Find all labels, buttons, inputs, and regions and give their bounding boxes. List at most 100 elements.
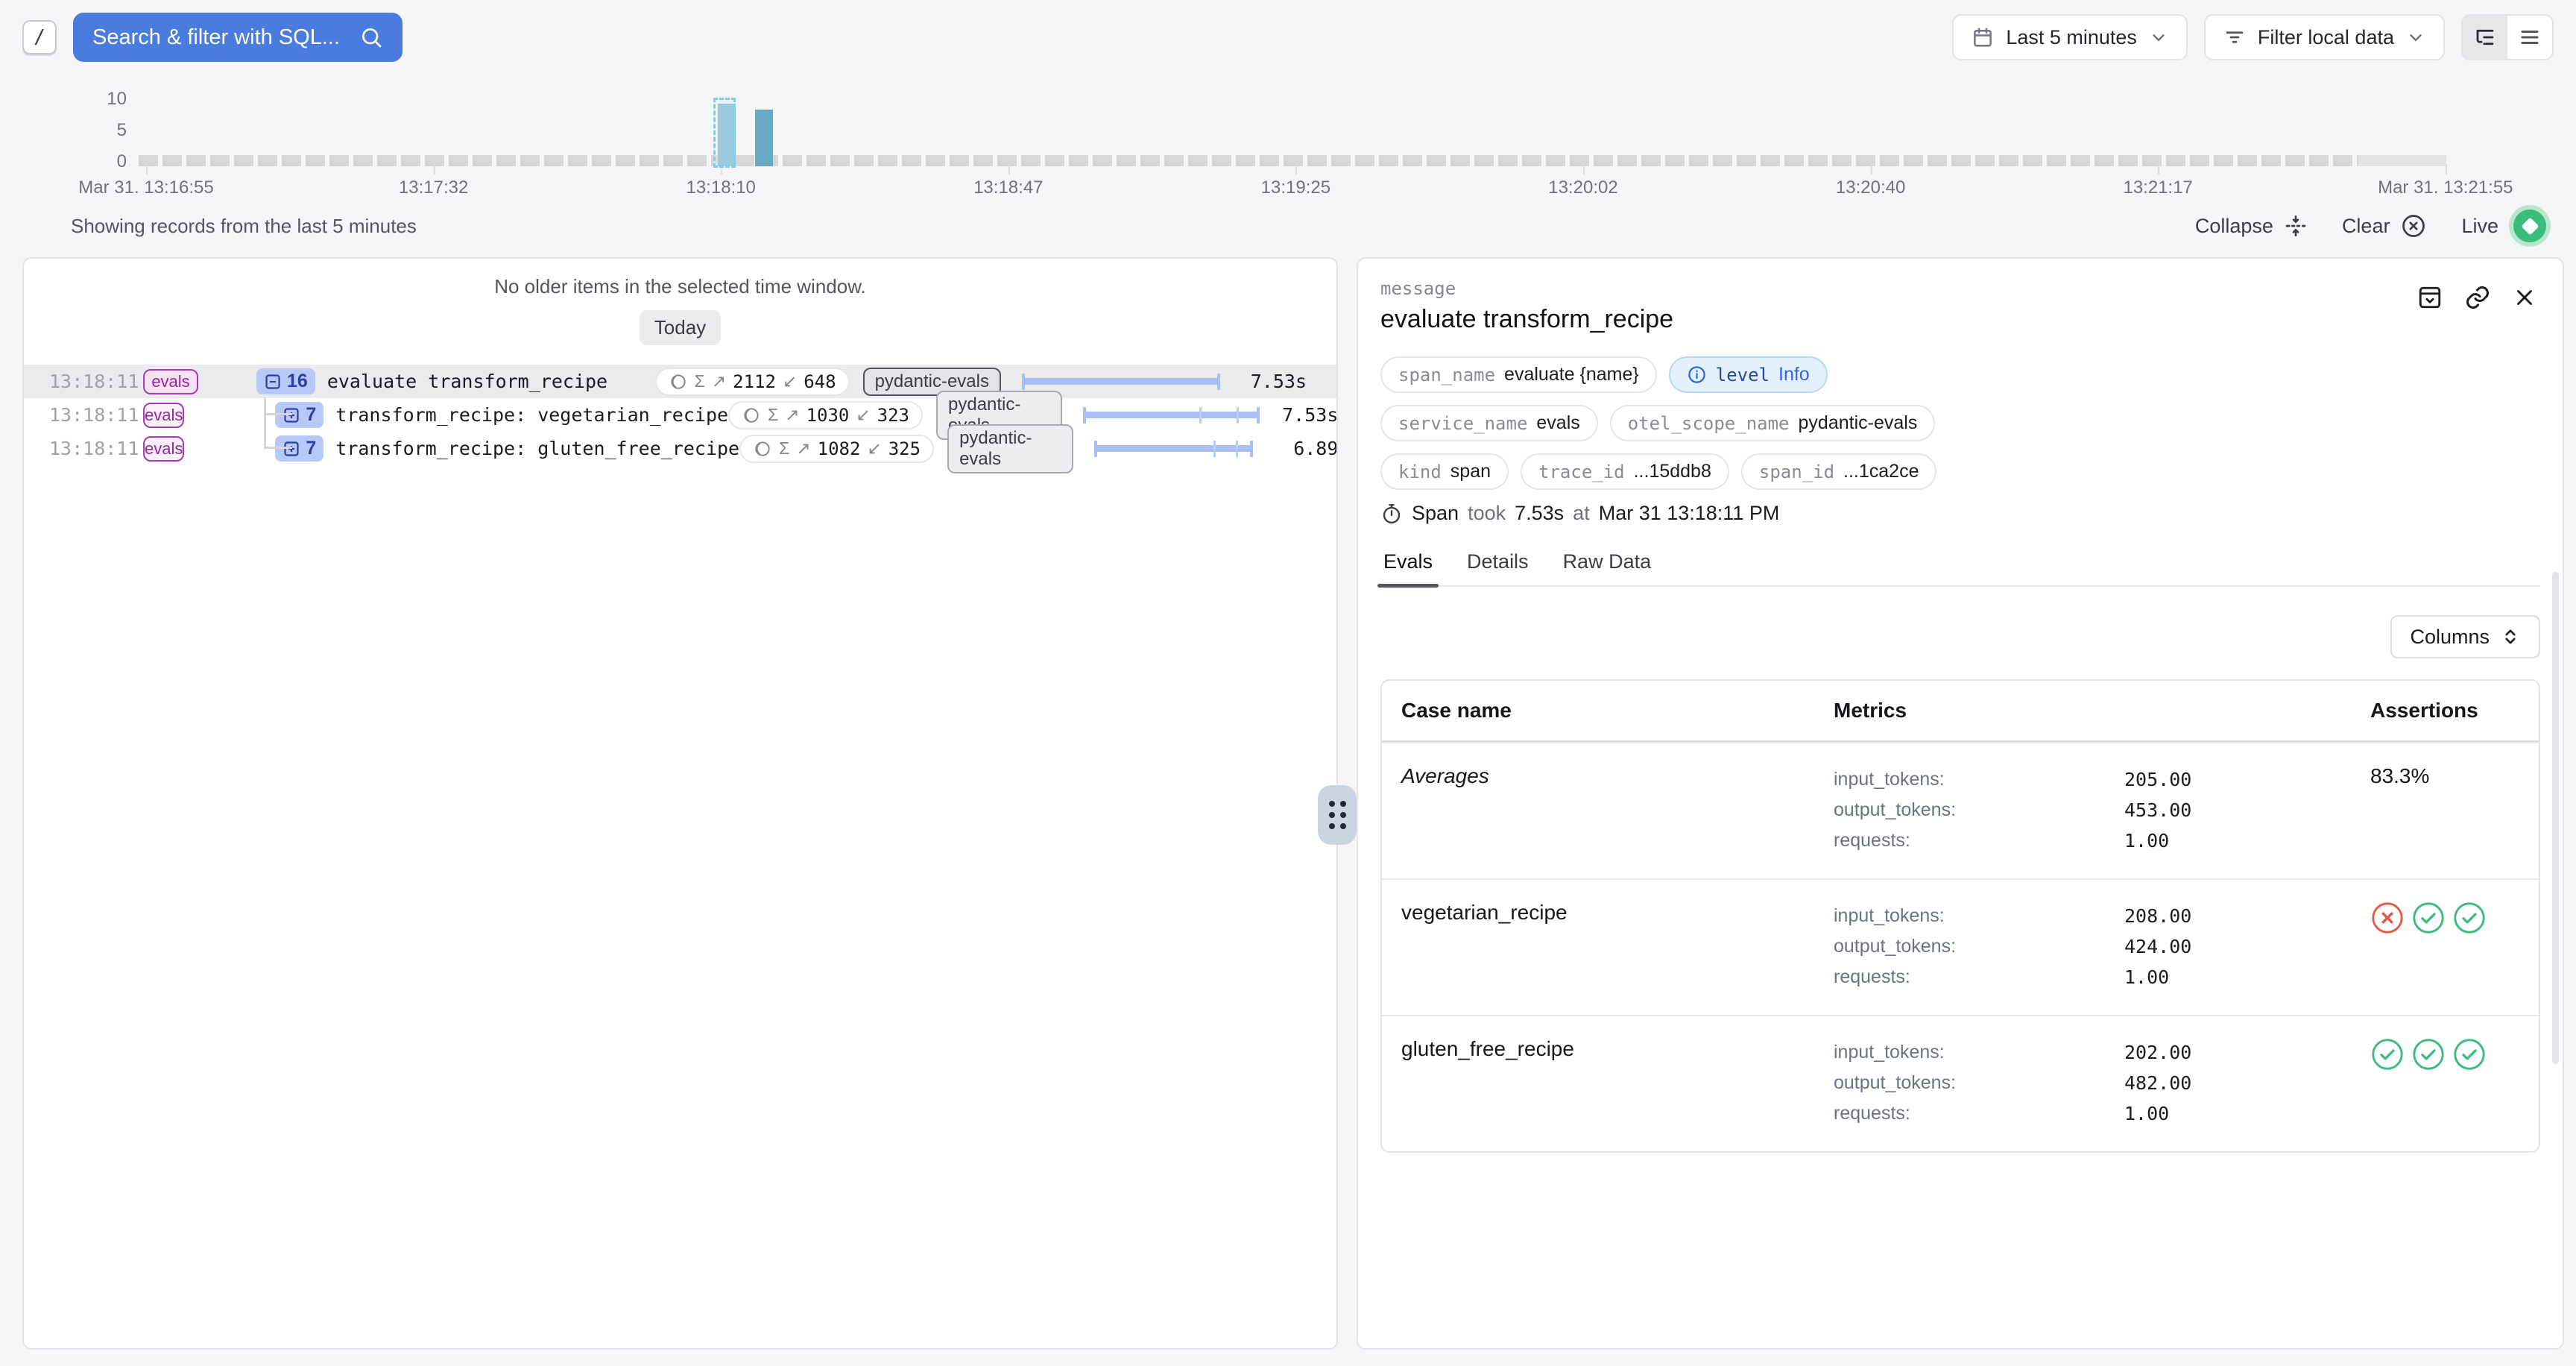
records-bar: Showing records from the last 5 minutes … (0, 200, 2576, 252)
x-axis-tick-label: 13:20:02 (1548, 177, 1617, 198)
metric-value: 424.00 (2124, 931, 2370, 962)
assertion-pass-icon (2411, 1037, 2446, 1071)
collapse-button[interactable]: Collapse (2195, 214, 2308, 238)
tree-connector (264, 397, 266, 447)
span-name-chip[interactable]: span_name evaluate {name} (1380, 356, 1657, 393)
tree-view-toggle[interactable] (2463, 16, 2507, 59)
clear-label: Clear (2342, 215, 2390, 238)
tab-details[interactable]: Details (1464, 550, 1532, 585)
x-axis-tick (146, 164, 148, 174)
duration-label: 7.53s (1234, 371, 1307, 392)
columns-button-label: Columns (2410, 626, 2490, 649)
showing-records-note: Showing records from the last 5 minutes (71, 215, 417, 238)
assertion-pass-icon (2411, 901, 2446, 935)
kind-chip[interactable]: kind span (1380, 453, 1509, 490)
time-range-label: Last 5 minutes (2006, 26, 2137, 49)
duration-label: 6.89s (1284, 438, 1338, 459)
x-axis-tick-label: 13:17:32 (399, 177, 468, 198)
tab-evals[interactable]: Evals (1380, 550, 1436, 585)
dock-panel-button[interactable] (2416, 284, 2443, 311)
scope-tag: pydantic-evals (947, 424, 1073, 473)
collapse-label: Collapse (2195, 215, 2273, 238)
flat-list-toggle[interactable] (2507, 16, 2552, 59)
table-row[interactable]: Averages input_tokens:205.00 output_toke… (1382, 742, 2539, 878)
col-header-metrics: Metrics (1834, 681, 2370, 740)
tokens-in: 1030 (806, 405, 850, 426)
arrow-down-left-icon: ↙ (856, 405, 870, 425)
level-chip[interactable]: level Info (1669, 356, 1828, 393)
span-name: transform_recipe: gluten_free_recipe (335, 438, 739, 459)
filter-local-data-button[interactable]: Filter local data (2204, 14, 2445, 60)
histogram-bar[interactable] (755, 110, 773, 166)
table-row[interactable]: gluten_free_recipe input_tokens:202.00 o… (1382, 1015, 2539, 1151)
trace-row[interactable]: 13:18:11 evals 7 transform_recipe: glute… (24, 432, 1336, 465)
tab-raw-data[interactable]: Raw Data (1560, 550, 1655, 585)
span-name: transform_recipe: vegetarian_recipe (335, 404, 728, 426)
x-axis-tick-label: 13:18:10 (686, 177, 755, 198)
collapse-span-count-badge[interactable]: 16 (256, 368, 315, 394)
x-axis-tick (1871, 164, 1872, 174)
dock-bottom-icon (2416, 284, 2443, 311)
tree-connector (264, 447, 292, 449)
trace-id-chip[interactable]: trace_id ...15ddb8 (1521, 453, 1729, 490)
arrow-up-right-icon: ↗ (712, 371, 726, 391)
chip-key: level (1716, 365, 1770, 385)
live-toggle[interactable]: Live (2461, 205, 2551, 247)
chip-value: evaluate {name} (1504, 364, 1639, 385)
otel-scope-chip[interactable]: otel_scope_name pydantic-evals (1610, 405, 1936, 441)
time-range-button[interactable]: Last 5 minutes (1952, 14, 2188, 60)
chip-key: service_name (1398, 413, 1527, 434)
clear-button[interactable]: Clear (2342, 213, 2428, 239)
minus-square-icon (264, 373, 282, 391)
took-duration: 7.53s (1515, 502, 1564, 525)
metric-label: output_tokens: (1834, 931, 2124, 962)
topbar: / Search & filter with SQL... Last 5 min… (0, 0, 2576, 75)
arrow-down-left-icon: ↙ (783, 371, 797, 391)
child-count: 7 (306, 438, 316, 459)
metric-value: 202.00 (2124, 1037, 2370, 1068)
link-icon (2464, 284, 2491, 311)
list-icon (2519, 26, 2541, 48)
today-divider-pill[interactable]: Today (640, 310, 721, 345)
row-timestamp: 13:18:11 (49, 404, 133, 426)
metric-label: input_tokens: (1834, 1037, 2124, 1068)
metric-label: requests: (1834, 1098, 2124, 1129)
span-id-chip[interactable]: span_id ...1ca2ce (1741, 453, 1937, 490)
columns-button[interactable]: Columns (2390, 615, 2540, 658)
panel-scrollbar[interactable] (2552, 572, 2559, 1064)
case-name: gluten_free_recipe (1401, 1037, 1574, 1060)
duration-label: 7.53s (1273, 404, 1338, 426)
filter-label: Filter local data (2258, 26, 2394, 49)
x-axis-tick (2446, 164, 2447, 174)
expand-span-count-badge[interactable]: 7 (275, 402, 323, 428)
copy-link-button[interactable] (2464, 284, 2491, 311)
record-kind-label: message (1380, 278, 2540, 299)
drag-dots-icon (1329, 801, 1346, 829)
live-label: Live (2461, 215, 2498, 238)
search-button[interactable]: Search & filter with SQL... (73, 13, 402, 62)
took-at-word: at (1573, 502, 1590, 525)
metric-value: 1.00 (2124, 962, 2370, 992)
expand-span-count-badge[interactable]: 7 (275, 435, 323, 462)
chip-key: trace_id (1538, 462, 1625, 482)
close-panel-button[interactable] (2512, 285, 2537, 310)
col-header-case-name: Case name (1401, 681, 1834, 740)
slash-shortcut-key: / (22, 20, 57, 54)
x-axis-tick-label: 13:18:47 (973, 177, 1043, 198)
panel-resize-handle[interactable] (1318, 785, 1357, 845)
sigma-icon: Σ (695, 371, 705, 391)
x-axis-dashed-baseline (139, 155, 2358, 166)
arrow-up-right-icon: ↗ (796, 438, 810, 459)
table-row[interactable]: vegetarian_recipe input_tokens:208.00 ou… (1382, 878, 2539, 1015)
chevron-down-icon (2149, 28, 2168, 47)
chip-key: span_id (1759, 462, 1834, 482)
service-name-chip[interactable]: service_name evals (1380, 405, 1598, 441)
timeline-chart[interactable]: 1050Mar 31. 13:16:5513:17:3213:18:1013:1… (0, 75, 2576, 200)
took-span-word: Span (1412, 502, 1459, 525)
x-axis-tick-label: 13:20:40 (1836, 177, 1905, 198)
info-icon (1687, 365, 1707, 385)
metric-value: 453.00 (2124, 795, 2370, 825)
search-icon (359, 25, 383, 49)
env-badge: evals (143, 369, 198, 394)
empty-window-note: No older items in the selected time wind… (24, 275, 1336, 298)
